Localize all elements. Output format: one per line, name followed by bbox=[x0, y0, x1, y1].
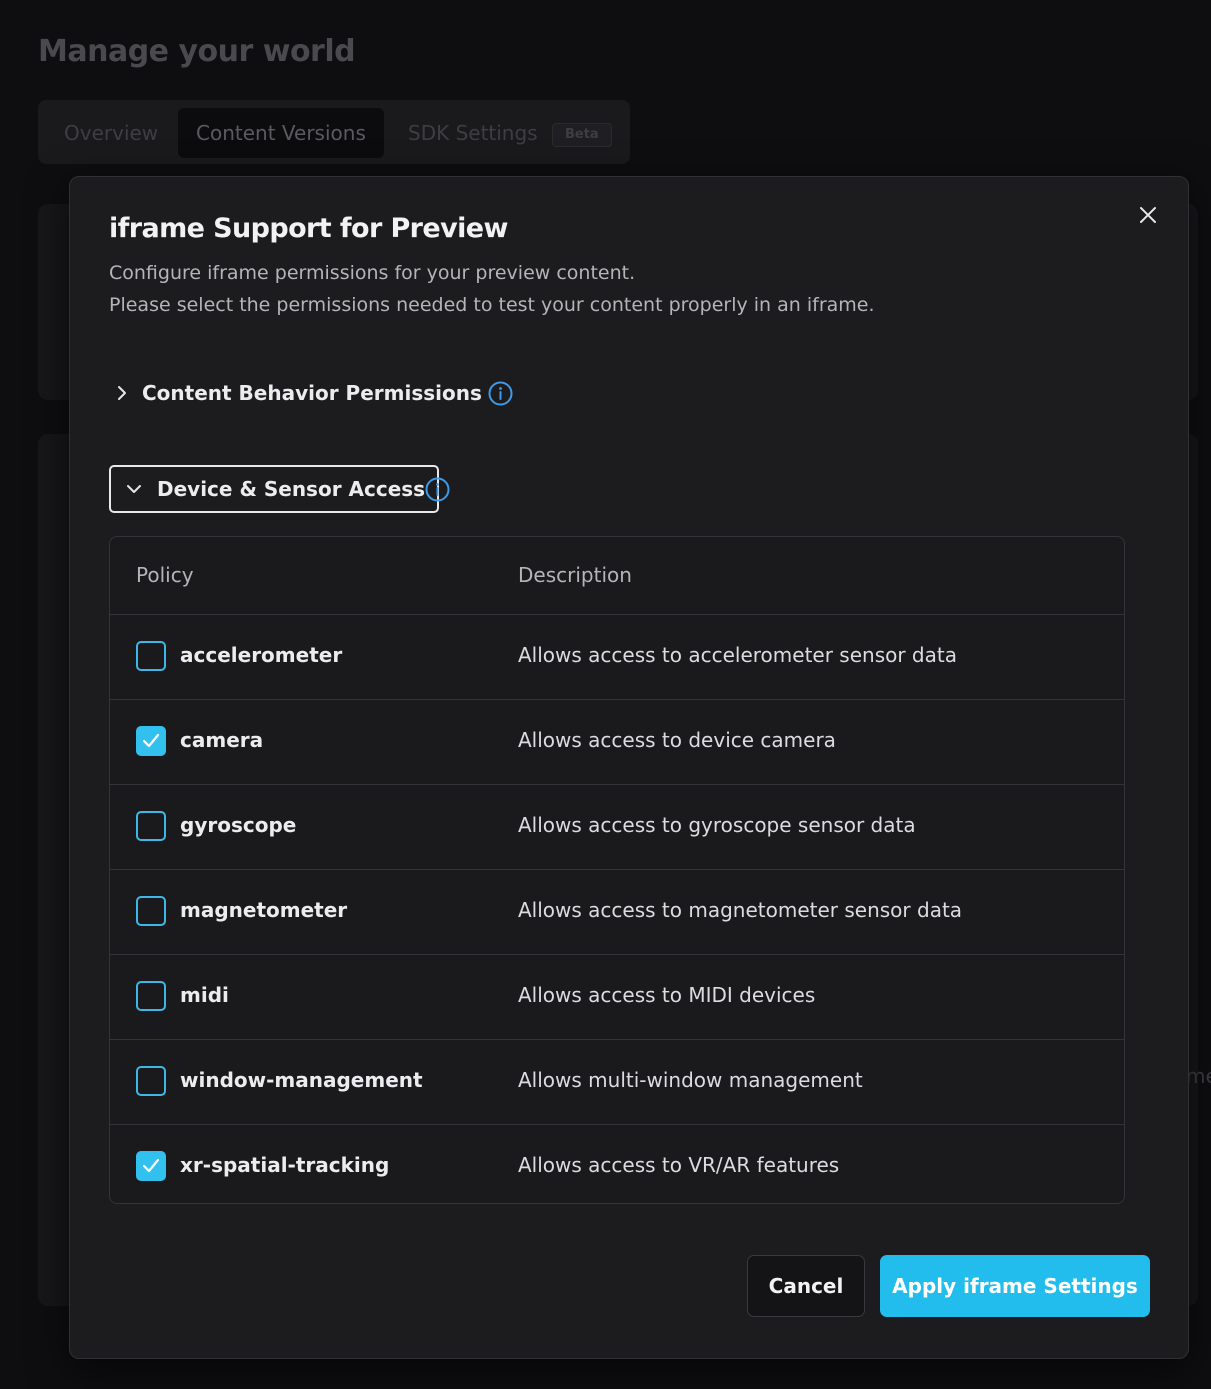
apply-iframe-settings-button[interactable]: Apply iframe Settings bbox=[880, 1255, 1150, 1317]
table-row: xr-spatial-tracking Allows access to VR/A… bbox=[110, 1125, 1124, 1203]
policy-checkbox[interactable] bbox=[136, 726, 166, 756]
iframe-support-dialog: iframe Support for Preview Configure ifr… bbox=[69, 176, 1189, 1359]
policy-checkbox[interactable] bbox=[136, 1151, 166, 1181]
policy-description: Allows access to accelerometer sensor da… bbox=[518, 643, 957, 667]
policy-description: Allows access to MIDI devices bbox=[518, 983, 816, 1007]
table-row: magnetometer Allows access to magnetomete… bbox=[110, 870, 1124, 955]
beta-badge: Beta bbox=[551, 122, 612, 147]
tab-sdk-settings[interactable]: SDK Settings Beta bbox=[390, 108, 630, 158]
chevron-right-icon bbox=[118, 386, 126, 400]
tab-content-versions[interactable]: Content Versions bbox=[178, 108, 384, 158]
policy-checkbox[interactable] bbox=[136, 896, 166, 926]
policy-description: Allows access to device camera bbox=[518, 728, 836, 752]
info-icon[interactable] bbox=[488, 381, 513, 406]
background-text-fragment: me bbox=[1186, 1064, 1211, 1088]
info-icon[interactable] bbox=[425, 477, 450, 502]
table-row: gyroscope Allows access to gyroscope sens… bbox=[110, 785, 1124, 870]
check-icon bbox=[142, 733, 160, 748]
policy-name: window-management bbox=[180, 1068, 423, 1092]
tab-content-versions-label: Content Versions bbox=[196, 121, 366, 145]
table-row: midi Allows access to MIDI devices bbox=[110, 955, 1124, 1040]
close-button[interactable] bbox=[1136, 203, 1160, 227]
check-icon bbox=[142, 1158, 160, 1173]
table-row: window-management Allows multi-window man… bbox=[110, 1040, 1124, 1125]
policy-description: Allows multi-window management bbox=[518, 1068, 863, 1092]
section-content-behavior-permissions[interactable]: Content Behavior Permissions bbox=[116, 373, 482, 413]
policy-description: Allows access to magnetometer sensor dat… bbox=[518, 898, 963, 922]
chevron-down-icon bbox=[127, 485, 141, 493]
page-title: Manage your world bbox=[38, 34, 356, 69]
policy-checkbox[interactable] bbox=[136, 641, 166, 671]
tab-overview[interactable]: Overview bbox=[46, 108, 176, 158]
table-header: Policy Description bbox=[110, 537, 1124, 615]
dialog-title: iframe Support for Preview bbox=[109, 213, 508, 244]
page-tabs: Overview Content Versions SDK Settings B… bbox=[38, 100, 630, 164]
policy-description: Allows access to VR/AR features bbox=[518, 1153, 840, 1177]
policy-name: gyroscope bbox=[180, 813, 297, 837]
table-row: accelerometer Allows access to accelerome… bbox=[110, 615, 1124, 700]
permissions-table: Policy Description accelerometer Allows a… bbox=[109, 536, 1125, 1204]
tab-sdk-settings-label: SDK Settings bbox=[408, 121, 538, 145]
policy-name: accelerometer bbox=[180, 643, 343, 667]
dialog-description: Configure iframe permissions for your pr… bbox=[109, 257, 875, 321]
table-row: camera Allows access to device camera bbox=[110, 700, 1124, 785]
tab-overview-label: Overview bbox=[64, 121, 159, 145]
policy-name: xr-spatial-tracking bbox=[180, 1153, 390, 1177]
policy-checkbox[interactable] bbox=[136, 981, 166, 1011]
policy-name: magnetometer bbox=[180, 898, 348, 922]
column-header-policy: Policy bbox=[136, 563, 194, 587]
dialog-description-line: Please select the permissions needed to … bbox=[109, 294, 875, 316]
dialog-description-line: Configure iframe permissions for your pr… bbox=[109, 262, 636, 284]
policy-name: camera bbox=[180, 728, 264, 752]
cancel-button[interactable]: Cancel bbox=[747, 1255, 865, 1317]
close-icon bbox=[1140, 207, 1156, 223]
table-body: accelerometer Allows access to accelerome… bbox=[110, 615, 1124, 1203]
section-device-sensor-access[interactable]: Device & Sensor Access bbox=[109, 465, 440, 513]
policy-name: midi bbox=[180, 983, 229, 1007]
column-header-description: Description bbox=[518, 563, 632, 587]
policy-description: Allows access to gyroscope sensor data bbox=[518, 813, 916, 837]
section-label: Content Behavior Permissions bbox=[142, 381, 482, 405]
section-label: Device & Sensor Access bbox=[157, 477, 426, 501]
policy-checkbox[interactable] bbox=[136, 811, 166, 841]
policy-checkbox[interactable] bbox=[136, 1066, 166, 1096]
